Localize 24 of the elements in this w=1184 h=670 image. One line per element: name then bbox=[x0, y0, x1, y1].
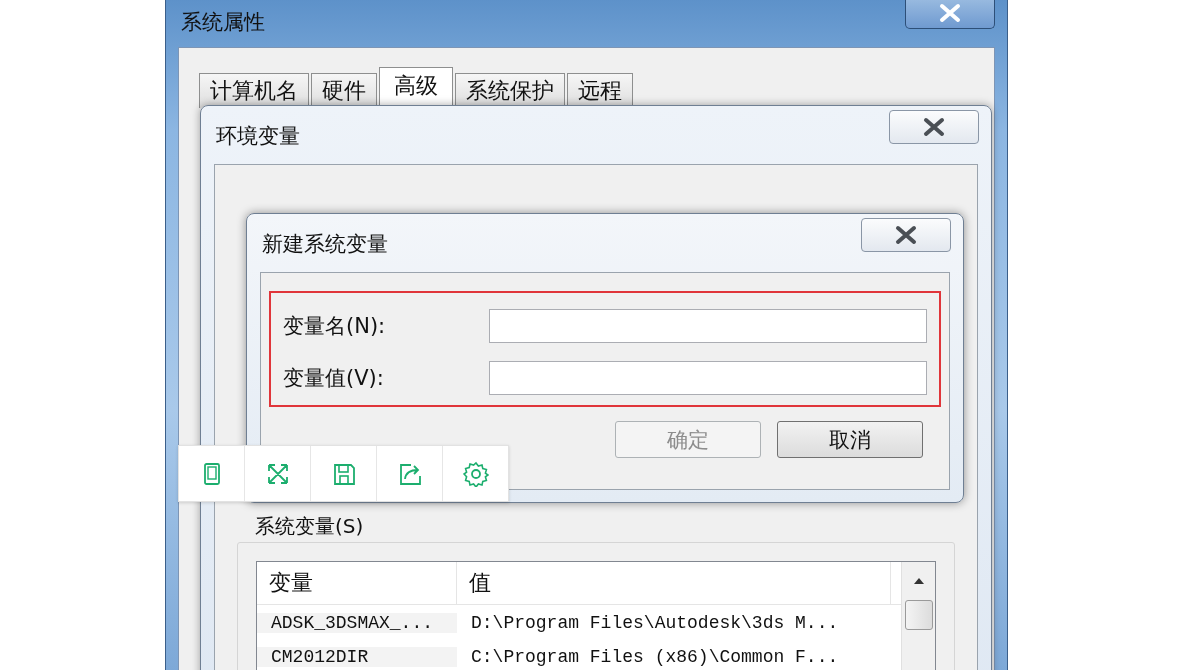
close-button[interactable] bbox=[889, 110, 979, 144]
table-cell-text: D:\Program Files\Autodesk\3ds M... bbox=[470, 613, 840, 633]
close-button[interactable] bbox=[861, 218, 951, 252]
dialog-title: 环境变量 bbox=[216, 123, 300, 150]
dialog-title: 新建系统变量 bbox=[262, 231, 388, 258]
tab[interactable]: 高级 bbox=[379, 67, 453, 108]
field-label: 变量名(N): bbox=[283, 313, 386, 340]
column-header[interactable]: 值 bbox=[457, 562, 891, 604]
cancel-button[interactable]: 取消 bbox=[777, 421, 923, 458]
field-label: 变量值(V): bbox=[283, 365, 384, 392]
table-cell: CM2012DIR bbox=[257, 647, 457, 667]
scroll-up-arrow-icon[interactable] bbox=[911, 576, 926, 586]
column-header[interactable]: 变量 bbox=[257, 562, 457, 604]
close-icon[interactable] bbox=[921, 117, 947, 137]
group-label: 系统变量(S) bbox=[255, 513, 365, 540]
input-field[interactable] bbox=[489, 309, 927, 343]
window-title: 系统属性 bbox=[181, 9, 265, 36]
close-button[interactable] bbox=[905, 0, 995, 29]
table-cell: ADSK_3DSMAX_... bbox=[257, 613, 457, 633]
close-icon[interactable] bbox=[893, 225, 919, 245]
settings-icon[interactable] bbox=[462, 460, 489, 487]
scrollbar-thumb[interactable] bbox=[904, 600, 933, 630]
input-field[interactable] bbox=[489, 361, 927, 395]
table-cell-text: C:\Program Files (x86)\Common F... bbox=[470, 647, 840, 667]
